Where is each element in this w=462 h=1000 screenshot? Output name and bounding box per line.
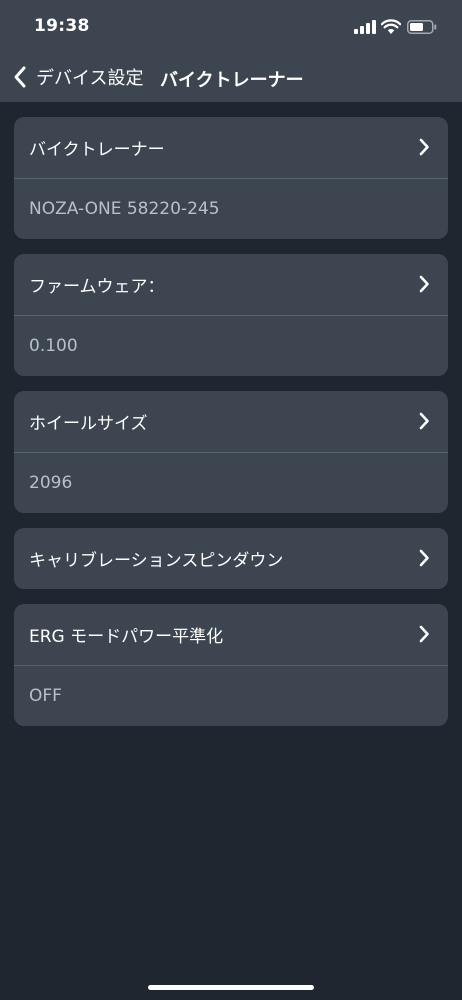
- settings-card-bike-trainer: バイクトレーナー NOZA-ONE 58220-245: [14, 117, 448, 239]
- wheel-size-row[interactable]: ホイールサイズ: [14, 391, 448, 452]
- signal-icon: [354, 20, 376, 34]
- back-button-label: デバイス設定: [36, 68, 144, 89]
- status-time: 19:38: [34, 16, 90, 36]
- page-title: バイクトレーナー: [160, 70, 304, 91]
- chevron-right-icon: [419, 412, 429, 430]
- battery-icon: [407, 20, 437, 34]
- wheel-size-value-row: 2096: [14, 452, 448, 513]
- firmware-value-row: 0.100: [14, 315, 448, 376]
- wheel-size-label: ホイールサイズ: [29, 414, 148, 434]
- bike-trainer-row[interactable]: バイクトレーナー: [14, 117, 448, 178]
- calibration-spindown-row[interactable]: キャリブレーションスピンダウン: [14, 528, 448, 589]
- settings-card-firmware: ファームウェア： 0.100: [14, 254, 448, 376]
- erg-smoothing-label: ERG モードパワー平準化: [29, 627, 224, 647]
- settings-card-erg-smoothing: ERG モードパワー平準化 OFF: [14, 604, 448, 726]
- wheel-size-value: 2096: [29, 473, 73, 493]
- bike-trainer-value-row: NOZA-ONE 58220-245: [14, 178, 448, 239]
- navigation-bar: デバイス設定 バイクトレーナー: [0, 52, 462, 102]
- erg-smoothing-value: OFF: [29, 686, 62, 706]
- back-button[interactable]: デバイス設定: [12, 63, 143, 91]
- chevron-left-icon: [14, 66, 26, 88]
- bike-trainer-label: バイクトレーナー: [29, 140, 165, 160]
- firmware-label: ファームウェア：: [29, 277, 165, 297]
- chevron-right-icon: [419, 275, 429, 293]
- erg-smoothing-value-row: OFF: [14, 665, 448, 726]
- firmware-value: 0.100: [29, 336, 78, 356]
- chevron-right-icon: [419, 625, 429, 643]
- chevron-right-icon: [419, 549, 429, 567]
- settings-card-wheel-size: ホイールサイズ 2096: [14, 391, 448, 513]
- status-bar: 19:38: [0, 0, 462, 52]
- calibration-spindown-label: キャリブレーションスピンダウン: [29, 551, 284, 571]
- home-indicator[interactable]: [148, 985, 314, 990]
- status-icons: [354, 18, 444, 36]
- settings-card-calibration: キャリブレーションスピンダウン: [14, 528, 448, 589]
- firmware-row[interactable]: ファームウェア：: [14, 254, 448, 315]
- erg-smoothing-row[interactable]: ERG モードパワー平準化: [14, 604, 448, 665]
- bike-trainer-value: NOZA-ONE 58220-245: [29, 199, 220, 219]
- wifi-icon: [381, 19, 401, 34]
- settings-list: バイクトレーナー NOZA-ONE 58220-245 ファームウェア： 0.1…: [14, 117, 448, 741]
- chevron-right-icon: [419, 138, 429, 156]
